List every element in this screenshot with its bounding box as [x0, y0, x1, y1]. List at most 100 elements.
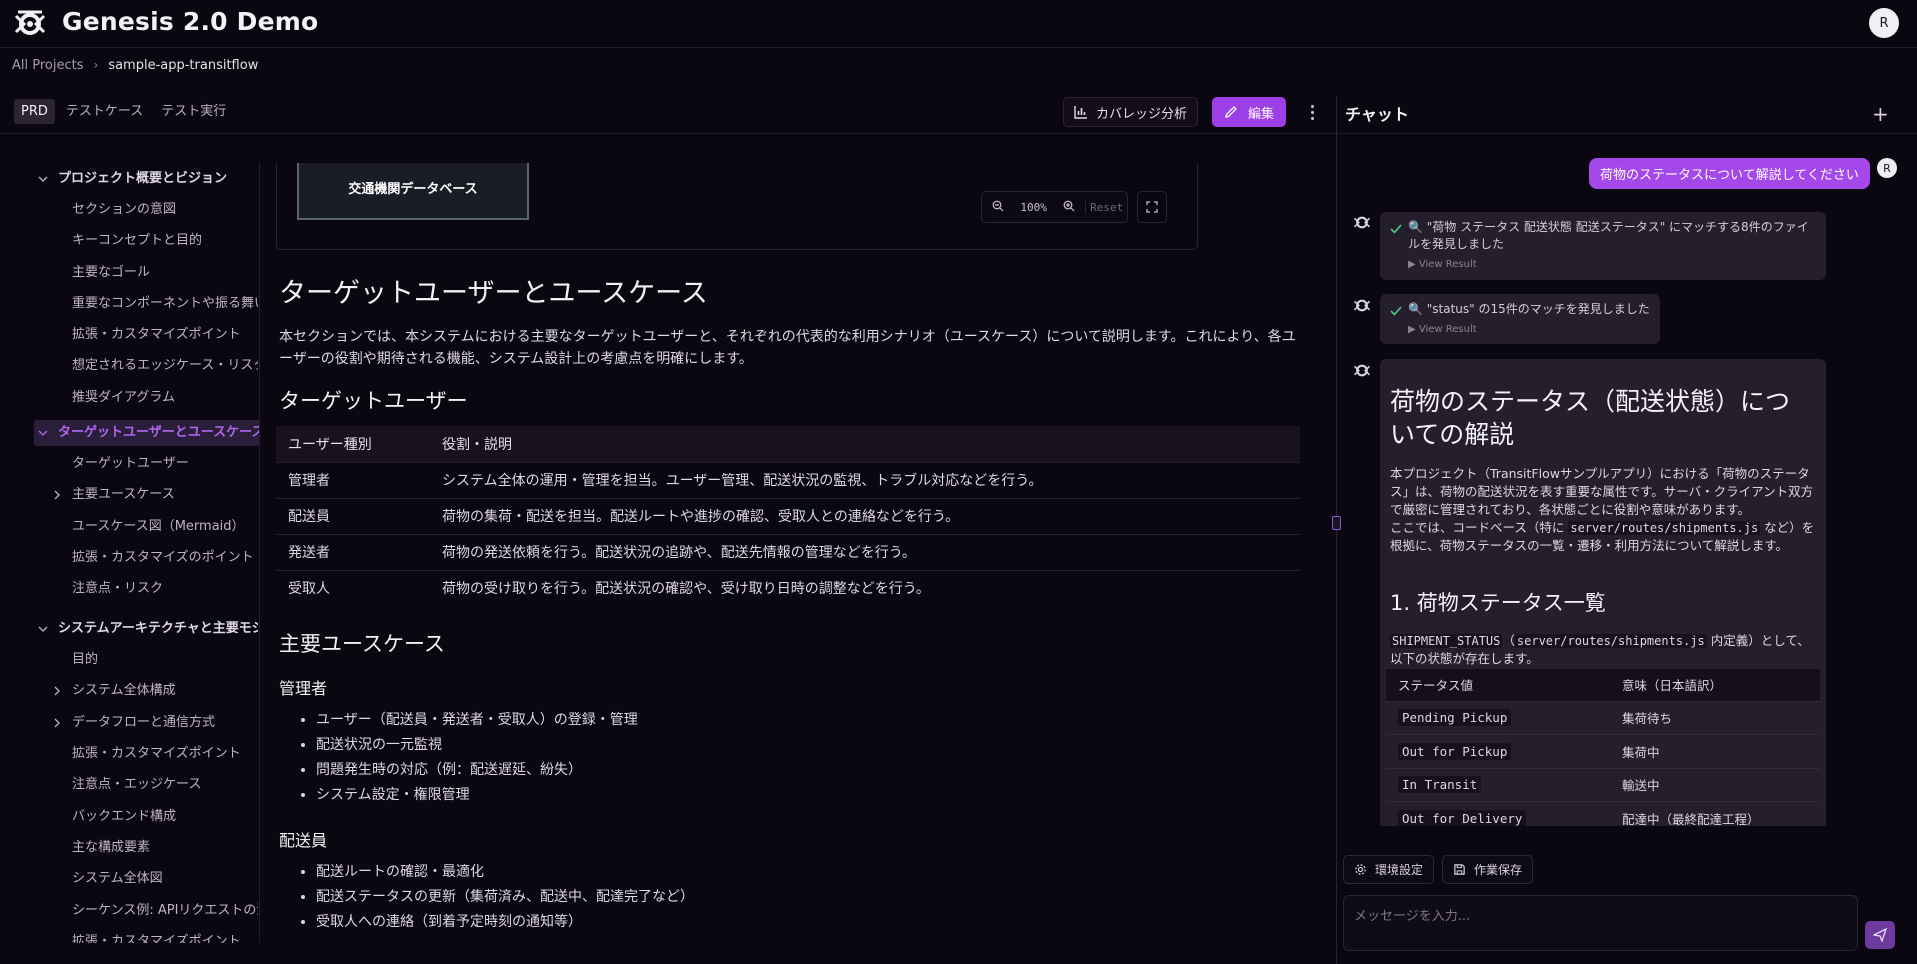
toc-item[interactable]: システム全体図 — [72, 867, 163, 891]
breadcrumb: All Projects › sample-app-transitflow — [12, 56, 258, 74]
user-avatar[interactable]: R — [1869, 8, 1899, 38]
chevron-right-icon[interactable] — [52, 686, 62, 696]
coverage-analysis-button[interactable]: カバレッジ分析 — [1063, 97, 1199, 127]
new-chat-plus-icon[interactable]: + — [1872, 102, 1889, 126]
heading-target-users: ターゲットユーザー — [279, 389, 468, 413]
toc-item[interactable]: 拡張・カスタマイズポイント — [72, 930, 241, 943]
table-row: 発送者 荷物の発送依頼を行う。配送状況の追跡や、配送先情報の管理などを行う。 — [276, 533, 1300, 570]
toc-item[interactable]: 主な構成要素 — [72, 836, 150, 860]
breadcrumb-current-project: sample-app-transitflow — [108, 57, 259, 73]
view-result-toggle[interactable]: ▶ View Result — [1408, 324, 1477, 335]
table-header: ステータス値 — [1386, 669, 1610, 701]
breadcrumb-all-projects[interactable]: All Projects — [12, 58, 84, 73]
settings-button[interactable]: 環境設定 — [1343, 855, 1435, 884]
toc-item[interactable]: バックエンド構成 — [72, 805, 176, 829]
toc-item-project-overview[interactable]: プロジェクト概要とビジョン — [58, 167, 227, 191]
zoom-level: 100% — [1020, 200, 1047, 214]
chevron-down-icon[interactable] — [38, 174, 48, 184]
zoom-controls: 100% Reset — [981, 191, 1128, 223]
send-icon[interactable] — [1865, 921, 1895, 949]
admin-usecase-list: ユーザー（配送員・発送者・受取人）の登録・管理 配送状況の一元監視 問題発生時の… — [316, 708, 638, 808]
toc-item[interactable]: 目的 — [72, 648, 98, 672]
toc-item[interactable]: 推奨ダイアグラム — [72, 386, 175, 410]
status-code: Out for Delivery — [1398, 810, 1527, 826]
toc-item-target-users-selected[interactable]: ターゲットユーザーとユースケース — [34, 420, 259, 446]
zoom-in-icon[interactable] — [1054, 200, 1086, 215]
chat-actions: 環境設定 作業保存 — [1343, 855, 1534, 884]
check-icon — [1390, 224, 1402, 234]
toc-item[interactable]: シーケンス例: APIリクエストの流れ — [72, 899, 258, 923]
toc-item-architecture[interactable]: システムアーキテクチャと主要モジュール — [58, 617, 258, 641]
coverage-analysis-label: カバレッジ分析 — [1096, 106, 1188, 122]
toc-item[interactable]: システム全体構成 — [72, 679, 176, 703]
save-work-button[interactable]: 作業保存 — [1442, 855, 1534, 884]
table-row: 管理者 システム全体の運用・管理を担当。ユーザー管理、配送状況の監視、トラブル対応… — [276, 461, 1300, 498]
chat-message-input[interactable] — [1343, 895, 1858, 951]
list-item: 配送ステータスの更新（集荷済み、配送中、配達完了など） — [316, 885, 694, 910]
section-intro: 本セクションでは、本システムにおける主要なターゲットユーザーと、それぞれの代表的… — [279, 329, 1296, 367]
zoom-reset-button[interactable]: Reset — [1085, 200, 1127, 214]
zoom-out-icon[interactable] — [982, 200, 1014, 215]
toc-item[interactable]: 主要ユースケース — [72, 483, 175, 507]
answer-text: （ — [1502, 633, 1515, 648]
app-title: Genesis 2.0 Demo — [62, 7, 319, 36]
toc-item[interactable]: セクションの意図 — [72, 198, 176, 222]
view-result-toggle[interactable]: ▶ View Result — [1408, 259, 1477, 270]
toc-item[interactable]: 注意点・エッジケース — [72, 773, 201, 797]
pencil-icon — [1225, 106, 1237, 118]
top-bar: Genesis 2.0 Demo R — [0, 0, 1917, 48]
tab-prd[interactable]: PRD — [14, 99, 55, 124]
chat-title: チャット — [1345, 105, 1409, 124]
toc-sidebar: プロジェクト概要とビジョン セクションの意図 キーコンセプトと目的 主要なゴール… — [0, 163, 260, 943]
user-message: 荷物のステータスについて解説してください — [1589, 158, 1870, 189]
toc-item[interactable]: 主要なゴール — [72, 261, 150, 285]
chevron-down-icon[interactable] — [38, 624, 48, 634]
chevron-down-icon[interactable] — [38, 428, 48, 438]
toc-item[interactable]: 拡張・カスタマイズポイント — [72, 323, 241, 347]
doc-tabs: PRD テストケース テスト実行 — [14, 99, 233, 124]
tab-test-runs[interactable]: テスト実行 — [154, 99, 233, 124]
settings-label: 環境設定 — [1375, 863, 1424, 877]
toc-item[interactable]: 重要なコンポーネントや振る舞い — [72, 292, 258, 316]
answer-paragraph: SHIPMENT_STATUS （server/routes/shipments.… — [1390, 632, 1820, 668]
answer-text: ここでは、コードベース（特に — [1390, 520, 1569, 535]
chevron-right-icon[interactable] — [52, 718, 62, 728]
table-row: 受取人 荷物の受け取りを行う。配送状況の確認や、受け取り日時の調整などを行う。 — [276, 569, 1300, 606]
toc-item[interactable]: 注意点・リスク — [72, 577, 163, 601]
user-message-avatar: R — [1877, 158, 1897, 178]
table-cell: 荷物の受け取りを行う。配送状況の確認や、受け取り日時の調整などを行う。 — [430, 569, 1300, 606]
list-item: 受取人への連絡（到着予定時刻の通知等） — [316, 910, 694, 935]
table-header: 意味（日本語訳） — [1610, 669, 1820, 701]
table-cell: 管理者 — [276, 461, 430, 498]
genesis-logo-icon[interactable] — [14, 8, 46, 38]
table-row: Out for Delivery 配達中（最終配達工程） — [1386, 801, 1820, 826]
toc-item[interactable]: 拡張・カスタマイズポイント — [72, 742, 241, 766]
table-cell: システム全体の運用・管理を担当。ユーザー管理、配送状況の監視、トラブル対応などを… — [430, 461, 1300, 498]
table-cell: 配送員 — [276, 497, 430, 534]
save-icon — [1454, 864, 1465, 875]
list-item: 問題発生時の対応（例：配送遅延、紛失） — [316, 758, 638, 783]
status-code: Out for Pickup — [1398, 742, 1512, 760]
toc-item[interactable]: キーコンセプトと目的 — [72, 229, 202, 253]
toc-item[interactable]: データフローと通信方式 — [72, 711, 215, 735]
bot-avatar-icon — [1353, 364, 1371, 377]
toc-item[interactable]: 想定されるエッジケース・リスク — [72, 354, 258, 378]
toolbar-divider — [0, 133, 1336, 134]
fullscreen-icon[interactable] — [1137, 191, 1167, 223]
tab-test-cases[interactable]: テストケース — [59, 99, 150, 124]
edit-button[interactable]: 編集 — [1212, 97, 1287, 127]
chevron-right-icon[interactable] — [52, 490, 62, 500]
table-header: ユーザー種別 — [276, 426, 430, 462]
toc-item[interactable]: ターゲットユーザー — [72, 452, 189, 476]
more-options-icon[interactable] — [1304, 100, 1320, 124]
list-item: システム設定・権限管理 — [316, 783, 638, 808]
edit-label: 編集 — [1248, 106, 1275, 122]
inline-code: server/routes/shipments.js — [1514, 634, 1707, 648]
answer-paragraph: 本プロジェクト（TransitFlowサンプルアプリ）における「荷物のステータス… — [1390, 466, 1814, 517]
table-cell: 発送者 — [276, 533, 430, 570]
table-cell: 荷物の発送依頼を行う。配送状況の追跡や、配送先情報の管理などを行う。 — [430, 533, 1300, 570]
table-cell: 荷物の集荷・配送を担当。配送ルートや進捗の確認、受取人との連絡などを行う。 — [430, 497, 1300, 534]
toc-item[interactable]: 拡張・カスタマイズのポイント — [72, 546, 254, 570]
heading-main-usecases: 主要ユースケース — [279, 632, 445, 656]
toc-item[interactable]: ユースケース図（Mermaid） — [72, 515, 245, 539]
